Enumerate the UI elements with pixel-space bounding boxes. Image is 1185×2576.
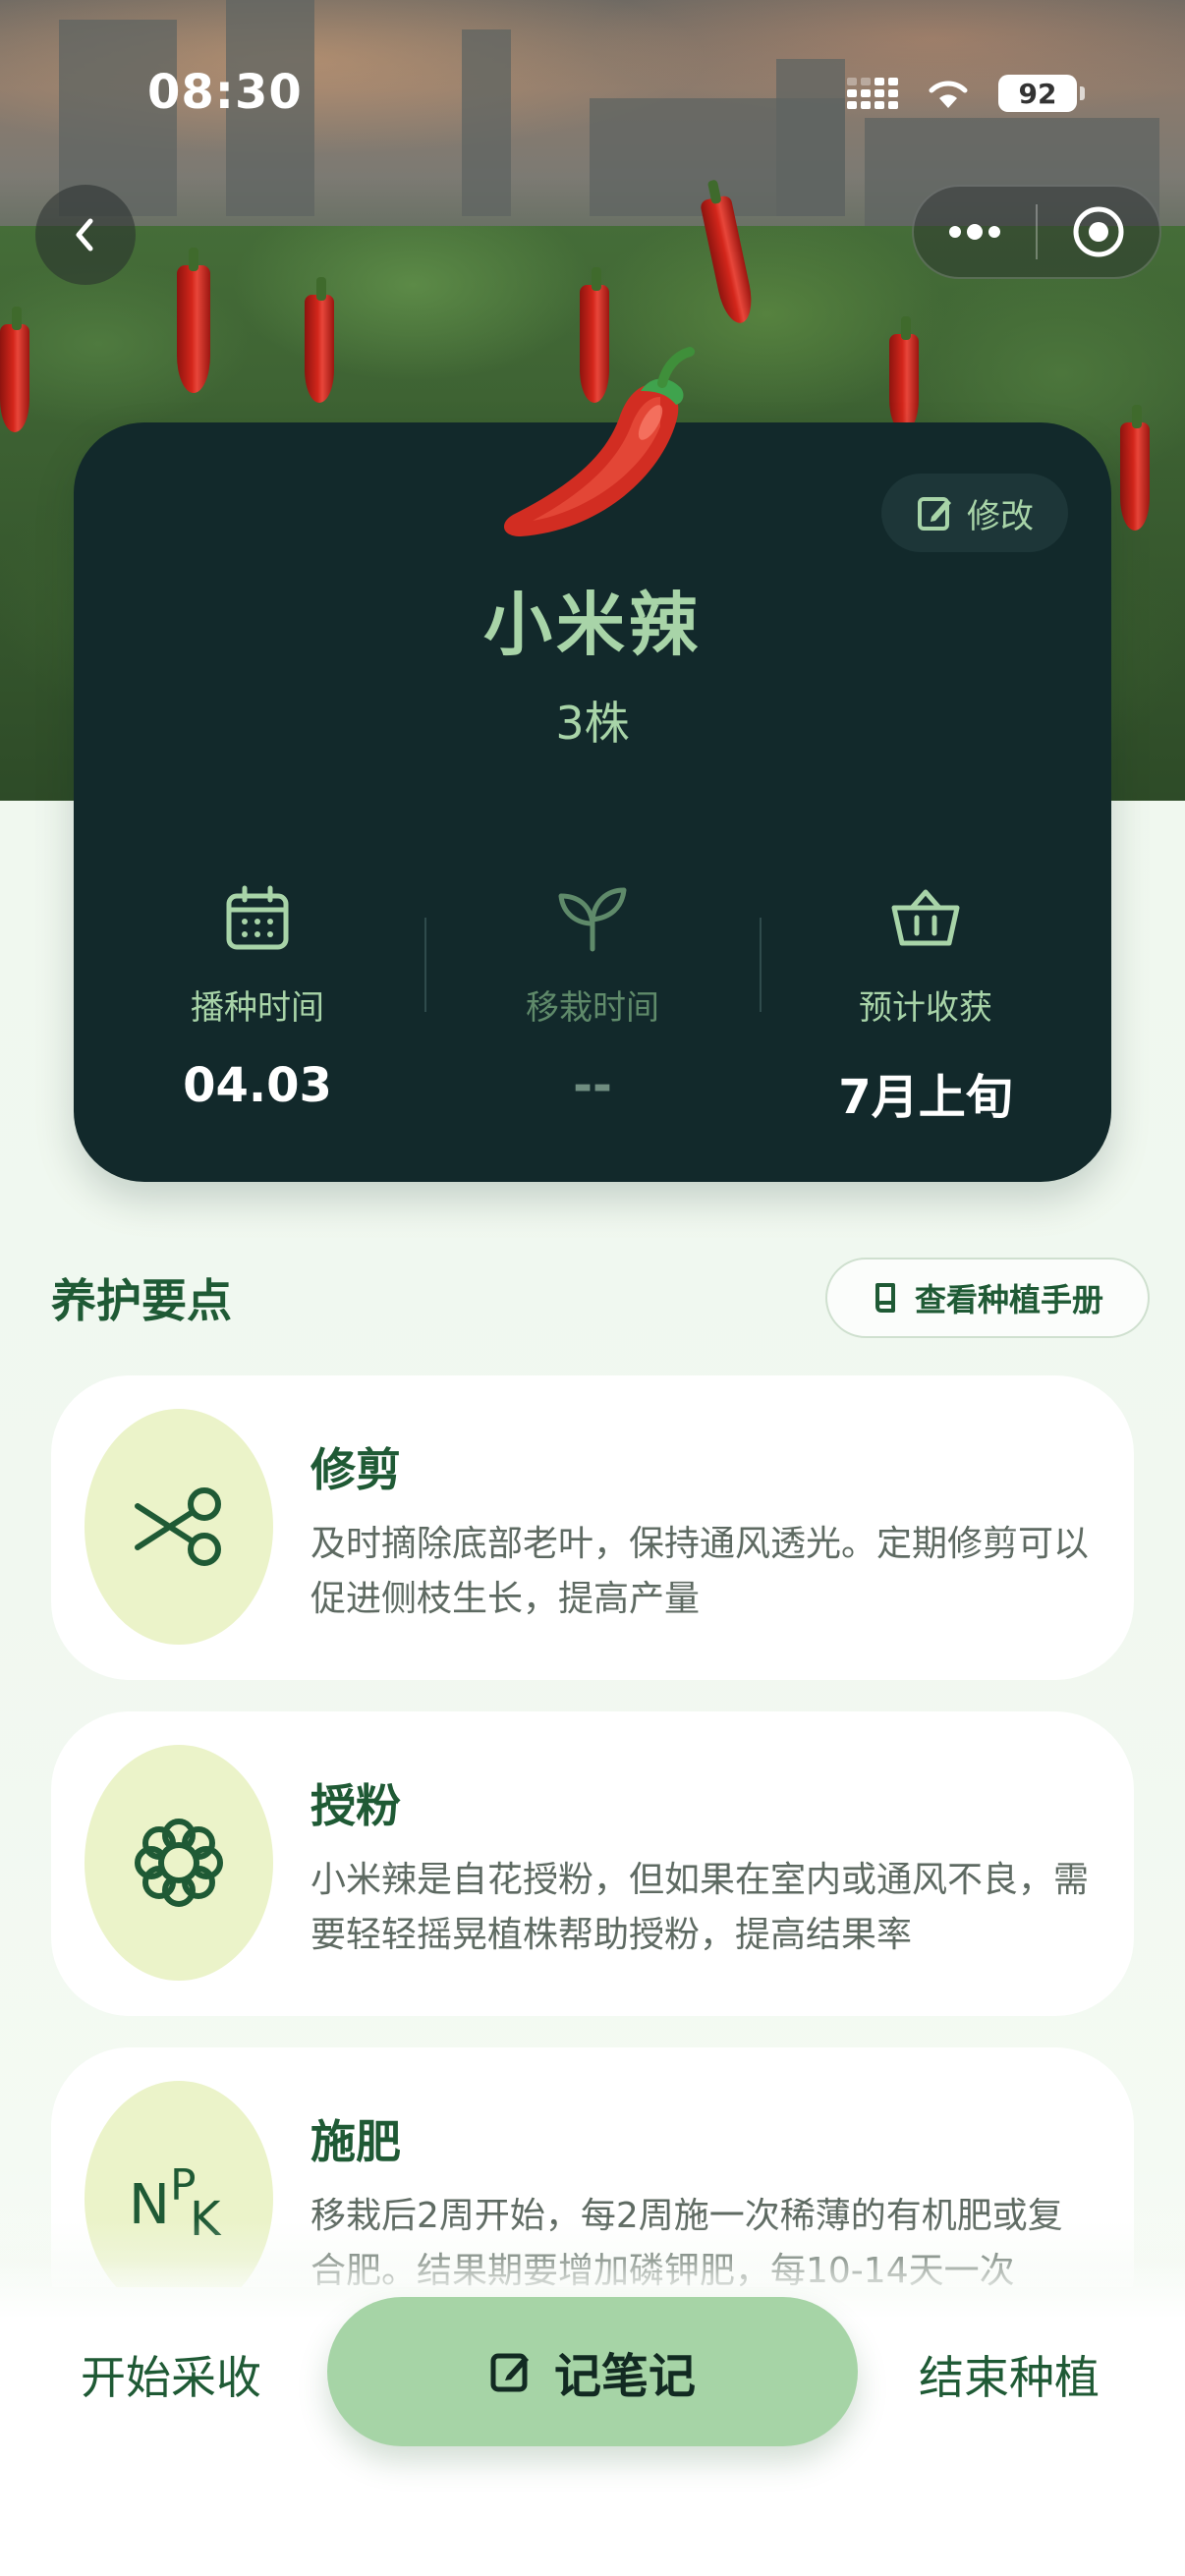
edit-icon <box>490 2353 529 2392</box>
edit-label: 修改 <box>967 496 1034 536</box>
plant-name: 小米辣 <box>483 585 702 665</box>
target-circle-icon <box>1073 206 1124 257</box>
stat-label: 预计收获 <box>859 988 992 1028</box>
stat-sowing: 播种时间 04.03 <box>110 884 405 1113</box>
flower-icon <box>135 1819 223 1907</box>
edit-button[interactable]: 修改 <box>881 474 1068 552</box>
status-icons: 92 <box>847 69 1085 118</box>
start-harvest-button[interactable]: 开始采收 <box>81 2342 261 2407</box>
stat-divider <box>424 918 426 1012</box>
status-time: 08:30 <box>147 65 303 120</box>
stat-label: 移栽时间 <box>526 988 659 1028</box>
section-title: 养护要点 <box>51 1274 232 1327</box>
miniprogram-capsule <box>912 185 1161 279</box>
chevron-left-icon <box>76 218 93 252</box>
care-item-desc: 小米辣是自花授粉，但如果在室内或通风不良，需要轻轻摇晃植株帮助授粉，提高结果率 <box>310 1860 1090 1955</box>
end-planting-button[interactable]: 结束种植 <box>919 2342 1100 2407</box>
care-item-title: 施肥 <box>310 2115 401 2168</box>
chili-pepper-icon <box>503 347 695 536</box>
view-manual-button[interactable]: 查看种植手册 <box>825 1258 1150 1338</box>
stat-value: 7月上旬 <box>838 1070 1013 1125</box>
sprout-icon <box>558 887 627 952</box>
close-miniprogram-button[interactable] <box>1038 185 1159 279</box>
signal-icon <box>847 78 898 109</box>
stat-transplant: 移栽时间 -- <box>445 884 740 1113</box>
battery-indicator: 92 <box>998 75 1085 112</box>
edit-icon <box>918 497 951 531</box>
scissors-icon <box>135 1487 221 1566</box>
calendar-icon <box>226 885 289 950</box>
care-item-pruning[interactable]: 修剪 及时摘除底部老叶，保持通风透光。定期修剪可以促进侧枝生长，提高产量 <box>51 1375 1134 1680</box>
stat-divider <box>760 918 762 1012</box>
take-note-button[interactable]: 记笔记 <box>327 2297 858 2446</box>
care-item-desc: 及时摘除底部老叶，保持通风透光。定期修剪可以促进侧枝生长，提高产量 <box>310 1524 1090 1619</box>
book-icon <box>875 1283 895 1313</box>
stat-label: 播种时间 <box>191 988 324 1028</box>
plant-count: 3株 <box>555 697 630 750</box>
stat-value: -- <box>573 1058 612 1113</box>
care-item-title: 修剪 <box>310 1443 401 1496</box>
care-list: 修剪 及时摘除底部老叶，保持通风透光。定期修剪可以促进侧枝生长，提高产量 授粉 … <box>51 1375 1134 2287</box>
more-dots-icon <box>949 224 1000 240</box>
view-manual-label: 查看种植手册 <box>914 1281 1103 1318</box>
care-item-title: 授粉 <box>310 1779 401 1832</box>
wifi-icon <box>929 81 968 108</box>
more-button[interactable] <box>914 185 1036 279</box>
basket-icon <box>891 889 960 946</box>
stat-value: 04.03 <box>183 1058 332 1113</box>
back-button[interactable] <box>35 185 136 285</box>
stat-harvest: 预计收获 7月上旬 <box>778 884 1073 1127</box>
take-note-label: 记笔记 <box>553 2349 696 2404</box>
care-item-pollination[interactable]: 授粉 小米辣是自花授粉，但如果在室内或通风不良，需要轻轻摇晃植株帮助授粉，提高结… <box>51 1711 1134 2016</box>
